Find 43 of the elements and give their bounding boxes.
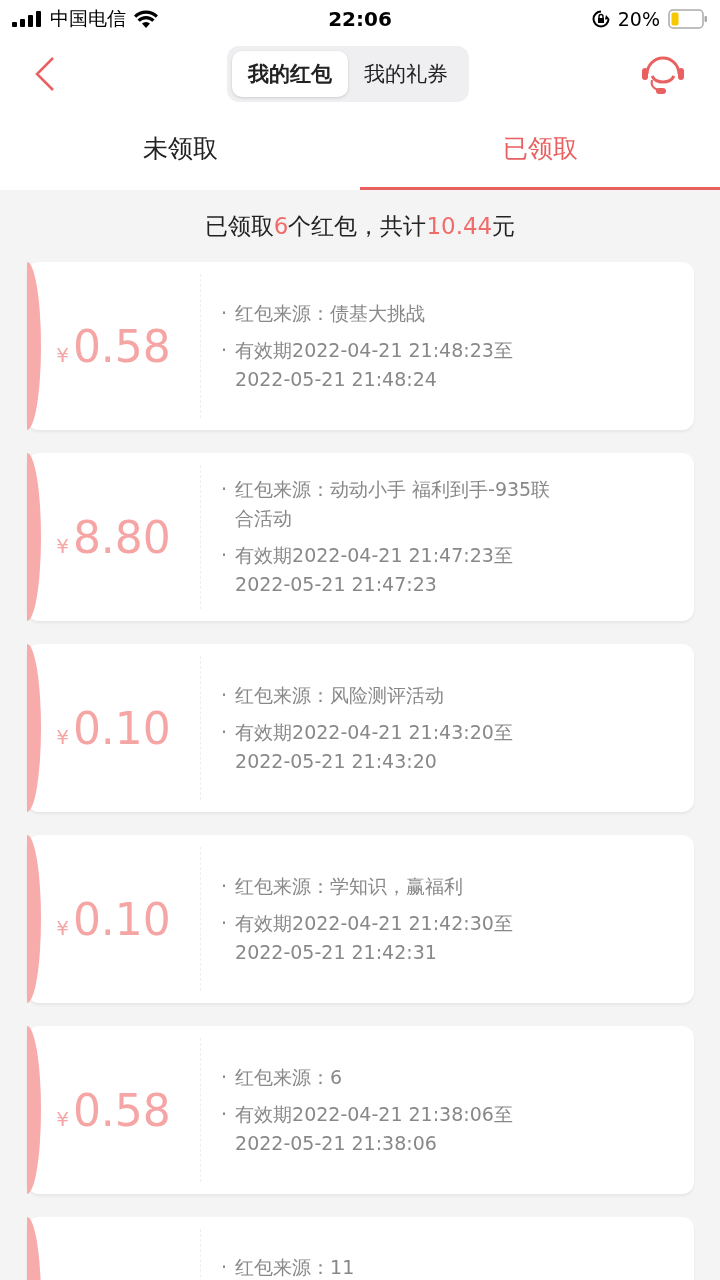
info-text: 红包来源：11: [235, 1255, 356, 1280]
info-text: 有效期2022-04-21 21:42:30至 2022-05-21 21:42:31: [235, 910, 514, 965]
info-text: 红包来源：动动小手 福利到手-935联合活动: [235, 477, 552, 531]
info-text: 有效期2022-04-21 21:43:20至 2022-05-21 21:43:20: [235, 719, 514, 774]
segment-tab[interactable]: 我的红包: [232, 51, 348, 97]
carrier-name: 中国电信: [50, 6, 126, 31]
info-text: 红包来源：6: [235, 1064, 344, 1090]
currency-sign: ¥: [56, 724, 69, 749]
back-icon[interactable]: [34, 56, 56, 92]
info-text: 有效期2022-04-21 21:48:23至 2022-05-21 21:48:24: [235, 337, 514, 392]
amount-value: 0.10: [72, 702, 171, 754]
signal-icon: [12, 11, 42, 27]
bullet-mark: ·: [221, 1064, 228, 1090]
currency-sign: ¥: [56, 533, 69, 558]
bullet-mark: ·: [221, 1101, 228, 1127]
rotation-lock-icon: [591, 10, 610, 28]
battery-percent: 20%: [617, 8, 660, 30]
bullet-mark: ·: [221, 873, 228, 899]
segment-tab[interactable]: 我的礼券: [348, 51, 464, 97]
currency-sign: ¥: [56, 1106, 69, 1131]
amount-value: 8.80: [72, 511, 171, 563]
bullet-mark: ·: [221, 719, 228, 745]
info-text: 红包来源：学知识，赢福利: [235, 873, 465, 899]
currency-sign: ¥: [56, 915, 69, 940]
bullet-mark: ·: [221, 543, 228, 568]
bullet-mark: ·: [221, 300, 228, 326]
info-text: 有效期2022-04-21 21:47:23至 2022-05-21 21:47:23: [235, 543, 514, 597]
amount-value: 0.10: [72, 893, 171, 945]
summary-text: 已领取6个红包，共计10.44元: [204, 211, 516, 241]
bullet-mark: ·: [221, 682, 228, 708]
battery-icon: [668, 9, 708, 29]
bullet-mark: ·: [221, 337, 228, 363]
info-text: 有效期2022-04-21 21:38:06至 2022-05-21 21:38:06: [235, 1101, 514, 1156]
currency-sign: ¥: [56, 342, 69, 367]
wifi-icon: [134, 10, 158, 28]
bullet-mark: ·: [221, 910, 228, 936]
bullet-mark: ·: [221, 1255, 228, 1280]
amount-value: 0.58: [72, 1084, 171, 1136]
info-text: 红包来源：风险测评活动: [235, 682, 446, 708]
info-text: 红包来源：债基大挑战: [235, 300, 427, 326]
bullet-mark: ·: [221, 477, 228, 502]
clock-time: 22:06: [328, 7, 392, 31]
amount-value: 0.58: [72, 320, 171, 372]
